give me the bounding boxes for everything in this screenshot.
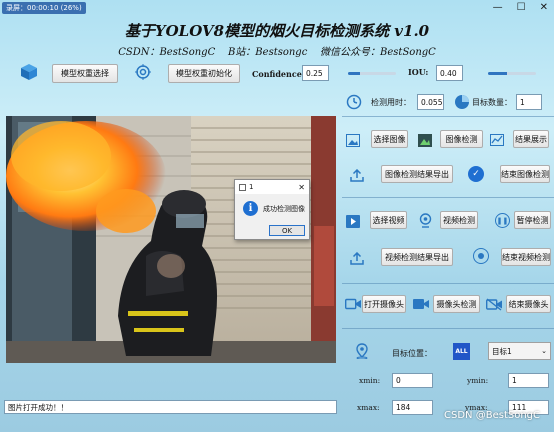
confidence-label: Confidence:: [252, 69, 305, 79]
xmin-label: xmin:: [359, 376, 381, 385]
clock-icon: [345, 93, 363, 111]
iou-slider[interactable]: [488, 72, 536, 75]
ymin-label: ymin:: [467, 376, 489, 385]
pause-icon: ❚❚: [495, 213, 510, 228]
info-icon: i: [243, 201, 258, 216]
cube-icon: [19, 62, 39, 82]
status-bar: 图片打开成功！！: [4, 400, 337, 414]
camera-icon: [344, 297, 362, 311]
select-image-button[interactable]: 选择图像: [371, 130, 408, 148]
iou-input[interactable]: 0.40: [436, 65, 463, 81]
dialog-ok-button[interactable]: OK: [269, 225, 305, 236]
maximize-icon[interactable]: ☐: [517, 2, 526, 13]
divider: [342, 283, 554, 284]
select-video-button[interactable]: 选择视频: [370, 211, 407, 229]
xmin-value: 0: [392, 373, 433, 388]
check-icon: ✓: [468, 166, 484, 182]
ymin-value: 1: [508, 373, 549, 388]
window-controls: — ☐ ✕: [493, 2, 548, 13]
time-value: 0.055: [417, 94, 444, 110]
confidence-slider[interactable]: [348, 72, 396, 75]
time-label: 检测用时：: [371, 98, 411, 107]
stop-image-button[interactable]: 结束图像检测: [500, 165, 550, 183]
stop-icon: [473, 248, 489, 264]
export-image-button[interactable]: 图像检测结果导出: [381, 165, 453, 183]
camera-off-icon: [485, 297, 503, 311]
select-weights-button[interactable]: 模型权重选择: [52, 64, 118, 83]
pie-icon: [453, 93, 471, 111]
stop-camera-button[interactable]: 结束摄像头: [506, 295, 551, 313]
page-title: 基于YOLOV8模型的烟火目标检测系统 v1.0: [124, 22, 430, 40]
dialog-message: 成功检测图像: [263, 205, 305, 213]
show-result-button[interactable]: 结果展示: [513, 130, 549, 148]
stop-video-button[interactable]: 结束视频检测: [501, 248, 551, 266]
chart-line-icon: [489, 132, 505, 148]
recording-tag: 录屏：00:00:10 (26%): [2, 2, 86, 14]
init-weights-button[interactable]: 模型权重初始化: [168, 64, 240, 83]
target-position-label: 目标位置：: [392, 349, 432, 358]
divider: [342, 197, 554, 198]
page-subtitle: CSDN：BestSongC B站：Bestsongc 微信公众号：BestSo…: [118, 47, 436, 58]
dialog-close-icon[interactable]: ✕: [298, 183, 305, 192]
minimize-icon[interactable]: —: [493, 2, 503, 13]
webcam-icon: [417, 212, 433, 228]
xmax-value: 184: [392, 400, 433, 415]
close-icon[interactable]: ✕: [540, 2, 548, 13]
dialog-titlebar: 1 ✕: [235, 180, 309, 194]
count-label: 目标数量：: [472, 98, 512, 107]
image-detect-icon: [417, 132, 433, 148]
target-select-value: 目标1: [492, 346, 512, 356]
dialog-title: 1: [249, 183, 254, 191]
confidence-input[interactable]: 0.25: [302, 65, 329, 81]
iou-label: IOU:: [408, 67, 429, 77]
video-detect-button[interactable]: 视频检测: [440, 211, 478, 229]
all-icon: ALL: [453, 343, 470, 360]
camera-detect-button[interactable]: 摄像头检测: [433, 295, 480, 313]
pause-detect-button[interactable]: 暂停检测: [514, 211, 551, 229]
chevron-down-icon: ⌄: [541, 347, 547, 355]
open-camera-button[interactable]: 打开摄像头: [362, 295, 406, 313]
dialog-app-icon: [239, 183, 246, 191]
xmax-label: xmax:: [357, 403, 380, 412]
watermark: CSDN @BestSongC: [444, 410, 540, 421]
divider: [342, 116, 554, 117]
location-icon: [354, 342, 370, 360]
camera-detect-icon: [412, 297, 430, 311]
upload-video-icon: [349, 250, 365, 266]
export-video-button[interactable]: 视频检测结果导出: [381, 248, 453, 266]
upload-icon: [349, 167, 365, 183]
target-select[interactable]: 目标1 ⌄: [488, 342, 551, 360]
image-icon: [345, 132, 361, 148]
divider: [342, 328, 554, 329]
success-dialog: 1 ✕ i 成功检测图像 OK: [234, 179, 310, 240]
video-icon: [345, 213, 361, 229]
count-value: 1: [516, 94, 542, 110]
target-icon: [133, 62, 153, 82]
image-detect-button[interactable]: 图像检测: [440, 130, 483, 148]
